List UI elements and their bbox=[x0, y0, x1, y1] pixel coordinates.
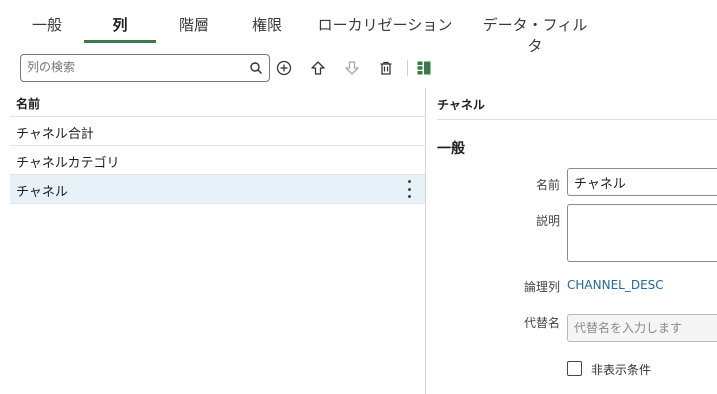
description-label: 説明 bbox=[535, 214, 560, 228]
tab-bar: 一般 列 階層 権限 ローカリゼーション データ・フィルタ bbox=[0, 0, 717, 55]
hide-condition-checkbox[interactable] bbox=[567, 361, 582, 376]
delete-column-button[interactable] bbox=[374, 56, 398, 80]
move-up-button[interactable] bbox=[306, 56, 330, 80]
column-search-input[interactable] bbox=[27, 58, 242, 76]
list-item-label: チャネル合計 bbox=[16, 127, 94, 142]
column-list-header: 名前 bbox=[10, 88, 425, 117]
tab-general[interactable]: 一般 bbox=[24, 14, 70, 44]
detail-title: チャネル bbox=[437, 98, 485, 112]
name-field-box bbox=[567, 168, 717, 196]
columns-icon bbox=[417, 61, 431, 75]
add-column-button[interactable] bbox=[272, 56, 296, 80]
detail-title-divider bbox=[437, 119, 717, 120]
name-label: 名前 bbox=[535, 178, 560, 192]
active-tab-indicator bbox=[84, 40, 156, 43]
alt-name-label: 代替名 bbox=[523, 316, 560, 330]
move-up-icon bbox=[311, 61, 325, 75]
tab-data-filter[interactable]: データ・フィルタ bbox=[476, 14, 594, 55]
add-icon bbox=[276, 60, 292, 76]
delete-icon bbox=[380, 61, 392, 75]
name-field[interactable] bbox=[574, 174, 714, 190]
tab-localization[interactable]: ローカリゼーション bbox=[316, 14, 454, 44]
tab-hierarchy[interactable]: 階層 bbox=[170, 14, 218, 44]
hide-condition-label: 非表示条件 bbox=[591, 363, 652, 377]
column-detail-panel: チャネル 一般 名前 説明 論理列 CHANNEL_DESC 代替名 非表示条件 bbox=[426, 88, 717, 394]
logical-column-link[interactable]: CHANNEL_DESC bbox=[567, 278, 664, 292]
list-item[interactable]: チャネルカテゴリ bbox=[10, 146, 425, 175]
toolbar-separator bbox=[407, 60, 408, 76]
move-down-icon bbox=[345, 61, 359, 75]
more-options-icon[interactable] bbox=[401, 180, 417, 198]
list-item[interactable]: チャネル合計 bbox=[10, 117, 425, 146]
alt-name-field[interactable] bbox=[574, 320, 714, 336]
list-item-selected[interactable]: チャネル bbox=[10, 175, 425, 204]
list-item-label: チャネル bbox=[16, 185, 68, 200]
search-icon[interactable] bbox=[249, 61, 263, 75]
description-field-box bbox=[567, 204, 717, 262]
logical-column-label: 論理列 bbox=[523, 280, 560, 294]
move-down-button[interactable] bbox=[340, 56, 364, 80]
description-field[interactable] bbox=[574, 209, 714, 255]
general-section-heading: 一般 bbox=[437, 141, 465, 157]
name-column-header: 名前 bbox=[16, 97, 41, 111]
column-search-box bbox=[20, 54, 270, 82]
list-item-label: チャネルカテゴリ bbox=[16, 156, 120, 171]
alt-name-field-box bbox=[567, 314, 717, 342]
tab-permissions[interactable]: 権限 bbox=[243, 14, 291, 44]
column-view-button[interactable] bbox=[412, 56, 436, 80]
